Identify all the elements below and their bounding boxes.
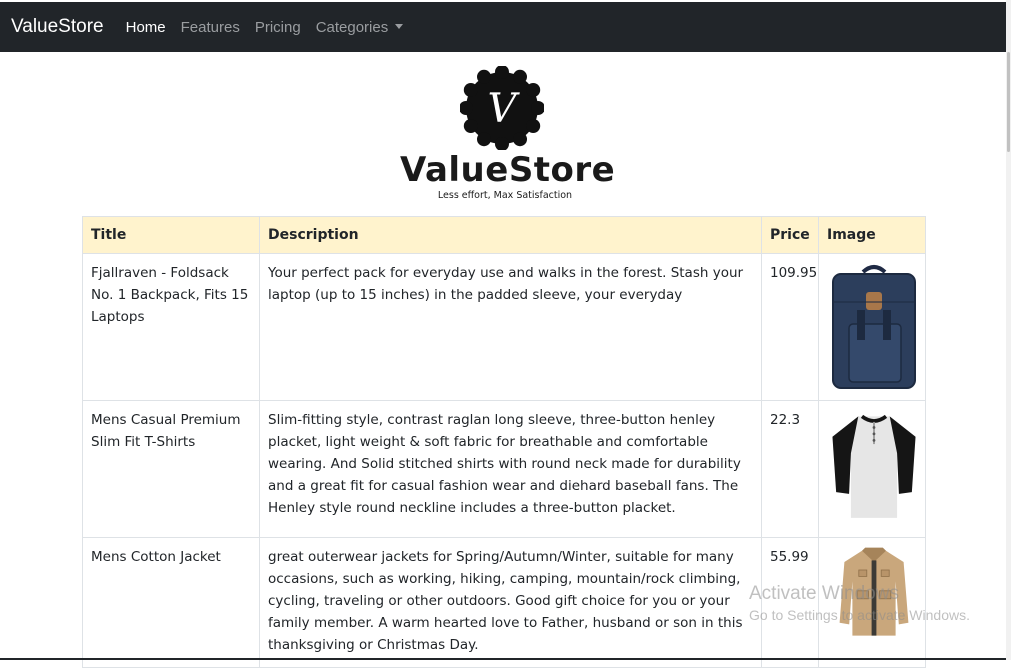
scrollbar-thumb[interactable] (1007, 52, 1010, 152)
header-image: Image (818, 216, 926, 254)
cell-description: great outerwear jackets for Spring/Autum… (259, 537, 762, 668)
table-header-row: Title Description Price Image (82, 216, 926, 254)
header-description: Description (259, 216, 762, 254)
table-row: Mens Casual Premium Slim Fit T-Shirts Sl… (82, 400, 926, 538)
products-table: Title Description Price Image Fjallraven… (82, 216, 926, 668)
cell-image (818, 537, 926, 668)
logo-badge-icon: V (460, 66, 544, 150)
cell-image (818, 400, 926, 538)
table-row: Fjallraven - Foldsack No. 1 Backpack, Fi… (82, 253, 926, 401)
tshirt-image (832, 414, 916, 518)
cell-description: Slim-fitting style, contrast raglan long… (259, 400, 762, 538)
cell-image (818, 253, 926, 401)
nav-link-home[interactable]: Home (126, 19, 166, 36)
nav-link-pricing[interactable]: Pricing (255, 19, 301, 36)
logo-tagline: Less effort, Max Satisfaction (437, 190, 573, 201)
nav-link-features[interactable]: Features (181, 19, 240, 36)
header-title: Title (82, 216, 260, 254)
navbar-brand[interactable]: ValueStore (11, 16, 104, 38)
cell-title: Mens Cotton Jacket (82, 537, 260, 668)
cell-description: Your perfect pack for everyday use and w… (259, 253, 762, 401)
backpack-image (832, 265, 916, 389)
nav-dropdown-label: Categories (315, 18, 389, 36)
header-price: Price (761, 216, 819, 254)
cell-price: 109.95 (761, 253, 819, 401)
table-row: Mens Cotton Jacket great outerwear jacke… (82, 537, 926, 668)
caret-down-icon (395, 24, 404, 30)
logo-name: ValueStore (400, 150, 616, 190)
cell-price: 55.99 (761, 537, 819, 668)
navbar: ValueStore Home Features Pricing Categor… (0, 2, 1006, 52)
jacket-image (839, 547, 909, 636)
cell-price: 22.3 (761, 400, 819, 538)
cell-title: Mens Casual Premium Slim Fit T-Shirts (82, 400, 260, 538)
nav-dropdown-categories[interactable]: Categories (316, 19, 404, 36)
cell-title: Fjallraven - Foldsack No. 1 Backpack, Fi… (82, 253, 260, 401)
logo-monogram: V (488, 86, 521, 132)
store-logo: V ValueStore Less effort, Max Satisfacti… (400, 64, 616, 208)
